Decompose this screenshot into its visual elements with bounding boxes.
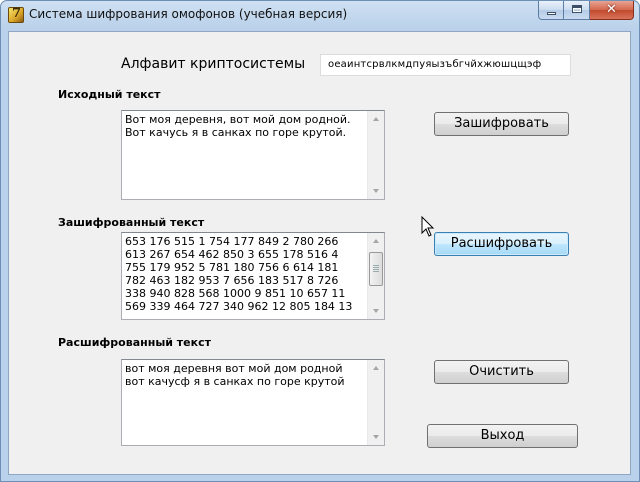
encrypted-text-content: 653 176 515 1 754 177 849 2 780 266 613 … xyxy=(125,235,353,313)
clear-button[interactable]: Очистить xyxy=(434,360,569,384)
minimize-icon xyxy=(547,12,556,15)
decrypt-button[interactable]: Расшифровать xyxy=(434,232,569,256)
maximize-icon xyxy=(572,5,582,13)
close-icon: ✕ xyxy=(606,2,617,17)
maximize-button[interactable] xyxy=(564,1,590,20)
close-button[interactable]: ✕ xyxy=(590,1,634,20)
exit-button[interactable]: Выход xyxy=(427,424,578,448)
source-text-memo[interactable]: Вот моя деревня, вот мой дом родной. Вот… xyxy=(121,110,385,200)
encrypted-text-memo[interactable]: 653 176 515 1 754 177 849 2 780 266 613 … xyxy=(121,232,385,320)
caption-buttons: ✕ xyxy=(538,1,634,20)
app-icon[interactable] xyxy=(8,6,24,23)
mouse-pointer-icon xyxy=(421,216,435,237)
scroll-up-arrow-icon[interactable] xyxy=(368,360,384,376)
source-text-label: Исходный текст xyxy=(58,88,161,101)
source-text-content: Вот моя деревня, вот мой дом родной. Вот… xyxy=(125,113,351,139)
encrypted-scrollbar[interactable] xyxy=(367,233,384,319)
decrypted-text-content: вот моя деревня вот мой дом родной вот к… xyxy=(125,362,345,388)
decrypted-text-label: Расшифрованный текст xyxy=(58,336,212,349)
encrypt-button[interactable]: Зашифровать xyxy=(434,112,569,136)
encrypted-text-label: Зашифрованный текст xyxy=(58,216,205,229)
title-bar[interactable]: Система шифрования омофонов (учебная вер… xyxy=(1,1,639,31)
app-window: Система шифрования омофонов (учебная вер… xyxy=(0,0,640,482)
decrypted-scrollbar[interactable] xyxy=(367,360,384,445)
scroll-up-arrow-icon[interactable] xyxy=(368,111,384,127)
scroll-down-arrow-icon[interactable] xyxy=(368,303,384,319)
decrypted-text-memo[interactable]: вот моя деревня вот мой дом родной вот к… xyxy=(121,359,385,446)
scroll-up-arrow-icon[interactable] xyxy=(368,233,384,249)
scroll-thumb[interactable] xyxy=(369,252,383,286)
source-scrollbar[interactable] xyxy=(367,111,384,199)
alphabet-label: Алфавит криптосистемы xyxy=(121,56,306,72)
window-title: Система шифрования омофонов (учебная вер… xyxy=(29,7,348,21)
scroll-down-arrow-icon[interactable] xyxy=(368,429,384,445)
client-area: Алфавит криптосистемы оеаинтсрвлкмдпуяыз… xyxy=(8,31,631,475)
scroll-down-arrow-icon[interactable] xyxy=(368,183,384,199)
minimize-button[interactable] xyxy=(538,1,564,20)
alphabet-field[interactable]: оеаинтсрвлкмдпуяызъбгчйхжюшцщэф xyxy=(320,54,571,76)
